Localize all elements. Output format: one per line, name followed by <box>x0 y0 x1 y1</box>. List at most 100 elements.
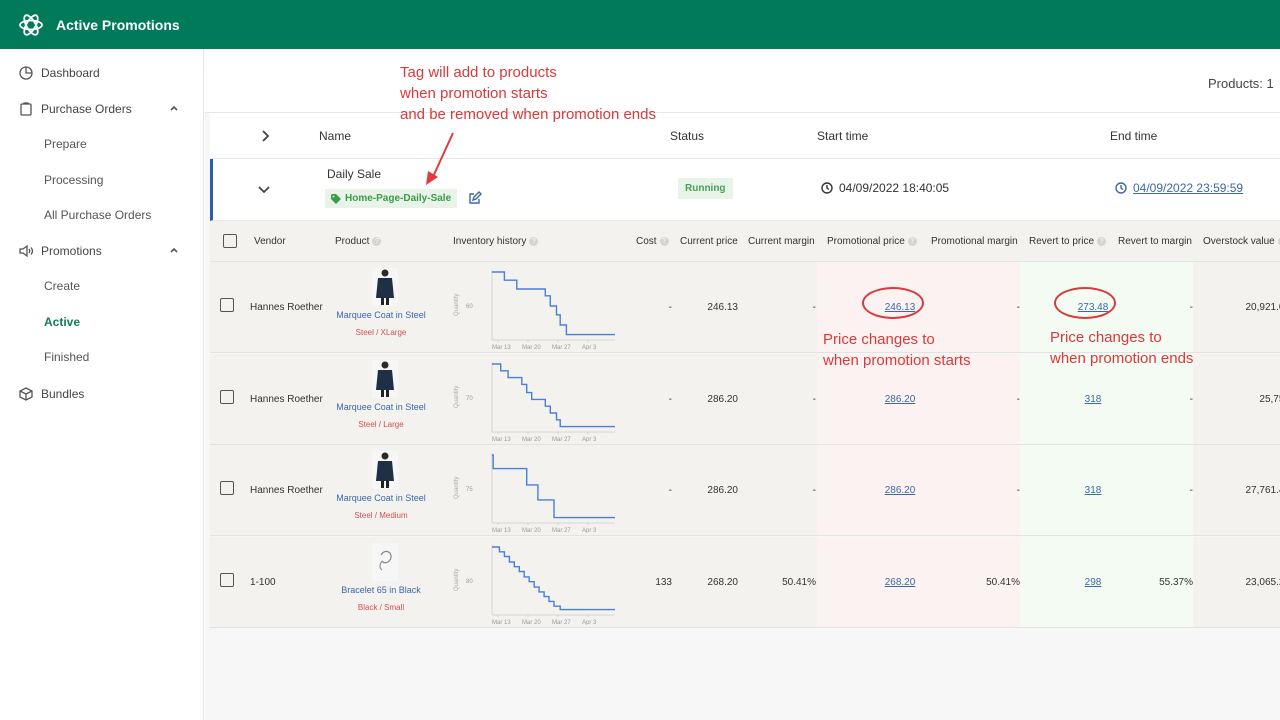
select-all-checkbox[interactable] <box>223 234 237 248</box>
sidebar: Dashboard Purchase Orders Prepare Proces… <box>0 49 204 720</box>
edit-icon[interactable] <box>468 191 482 205</box>
promotional-price-link[interactable]: 286.20 <box>865 394 935 405</box>
header-start-time[interactable]: Start time <box>817 129 868 143</box>
header-end-time[interactable]: End time <box>1110 129 1157 143</box>
cost: 133 <box>655 576 672 588</box>
sidebar-subitem-prepare[interactable]: Prepare <box>44 137 87 151</box>
revert-price-link[interactable]: 318 <box>1058 485 1128 496</box>
inventory-history-chart: Quantity 70 Mar 13 Mar 20 Mar 27 Apr 3 <box>454 361 615 442</box>
chart-xtick: Mar 13 <box>492 528 511 533</box>
help-icon[interactable]: ? <box>529 237 539 246</box>
cost: - <box>668 485 672 496</box>
sidebar-subitem-finished[interactable]: Finished <box>44 350 89 364</box>
cost: - <box>668 302 672 313</box>
header-current-margin: Current margin <box>748 236 815 247</box>
end-time[interactable]: 04/09/2022 23:59:59 <box>1115 181 1243 195</box>
header-cost: Cost? <box>636 236 669 247</box>
promotion-tag: Home-Page-Daily-Sale <box>325 189 458 208</box>
row-checkbox[interactable] <box>220 481 234 495</box>
chart-xtick: Apr 3 <box>582 528 597 533</box>
header-vendor: Vendor <box>254 236 286 247</box>
promotional-margin: - <box>1016 302 1020 313</box>
sidebar-subitem-all-purchase-orders[interactable]: All Purchase Orders <box>44 208 151 222</box>
overstock-value: 20,921.05 <box>1245 302 1280 313</box>
inventory-line <box>492 545 615 610</box>
help-icon[interactable]: ? <box>372 237 382 246</box>
tag-icon <box>331 193 341 204</box>
header-name[interactable]: Name <box>319 129 351 143</box>
chart-xtick: Apr 3 <box>582 620 597 625</box>
current-price: 246.13 <box>707 302 738 313</box>
product-link[interactable]: Marquee Coat in Steel <box>326 310 436 320</box>
overstock-value: 27,761.40 <box>1245 485 1280 496</box>
sidebar-subitem-active[interactable]: Active <box>44 315 80 329</box>
promotional-price-link[interactable]: 268.20 <box>865 577 935 588</box>
current-price: 268.20 <box>707 576 738 588</box>
annotation-circle-revert-price <box>1054 287 1116 319</box>
chart-ylabel: Quantity <box>454 477 460 499</box>
product-variant: Steel / Large <box>358 419 404 429</box>
annotation-circle-promo-price <box>862 287 924 319</box>
row-checkbox[interactable] <box>220 572 234 587</box>
revert-price-link[interactable]: 298 <box>1058 577 1128 588</box>
sidebar-subitem-processing[interactable]: Processing <box>44 173 103 187</box>
header-overstock-value: Overstock value? <box>1203 236 1280 247</box>
row-checkbox[interactable] <box>220 298 234 312</box>
product-variant: Steel / XLarge <box>355 328 407 337</box>
sidebar-item-label: Dashboard <box>41 66 100 80</box>
chart-xtick: Mar 27 <box>552 437 571 442</box>
annotation-promo-note: Price changes to when promotion starts <box>823 331 971 369</box>
vendor: Hannes Roether <box>250 302 323 313</box>
revert-margin: - <box>1189 393 1193 405</box>
chevron-up-icon[interactable] <box>168 102 180 114</box>
chart-xtick: Apr 3 <box>582 437 597 442</box>
inventory-line <box>492 271 615 336</box>
inventory-history-chart: Quantity 60 Mar 13 Mar 20 Mar 27 Apr 3 <box>454 270 615 350</box>
sidebar-subitem-create[interactable]: Create <box>44 279 80 293</box>
revert-margin: - <box>1189 485 1193 496</box>
table-row[interactable]: 1-100 Bracelet 65 in Black Black / Small Qu… <box>210 536 1280 628</box>
row-checkbox[interactable] <box>220 389 234 404</box>
top-bar: Active Promotions <box>0 0 1280 49</box>
product-image <box>372 359 398 398</box>
sidebar-item-bundles[interactable]: Bundles <box>0 382 204 406</box>
header-revert-price: Revert to price? <box>1029 236 1107 247</box>
revert-price-link[interactable]: 318 <box>1058 394 1128 405</box>
header-revert-margin: Revert to margin <box>1118 236 1192 247</box>
overstock-value: 23,065.20 <box>1245 576 1280 588</box>
chart-ylabel: Quantity <box>454 568 460 590</box>
chevron-down-icon[interactable] <box>257 184 271 196</box>
product-link[interactable]: Bracelet 65 in Black <box>326 585 436 595</box>
product-link[interactable]: Marquee Coat in Steel <box>326 402 436 412</box>
chevron-up-icon[interactable] <box>168 244 180 256</box>
inventory-history-chart: Quantity 80 Mar 13 Mar 20 Mar 27 Apr 3 <box>454 544 615 625</box>
chart-xtick: Mar 20 <box>522 528 541 533</box>
header-product: Product? <box>335 236 382 247</box>
inventory-line <box>492 454 615 519</box>
header-status[interactable]: Status <box>670 129 704 143</box>
sidebar-item-promotions[interactable]: Promotions <box>0 239 204 263</box>
help-icon[interactable]: ? <box>1097 237 1107 246</box>
chart-xtick: Mar 27 <box>552 620 571 625</box>
chart-xtick: Mar 20 <box>522 345 541 350</box>
sidebar-item-purchase-orders[interactable]: Purchase Orders <box>0 97 204 121</box>
clipboard-icon <box>18 101 34 117</box>
promotional-price-link[interactable]: 286.20 <box>865 485 935 496</box>
promotion-row[interactable]: Daily Sale Home-Page-Daily-Sale Running … <box>210 159 1280 221</box>
help-icon[interactable]: ? <box>659 237 669 246</box>
chart-xtick: Apr 3 <box>582 345 597 350</box>
sidebar-item-dashboard[interactable]: Dashboard <box>0 61 204 85</box>
help-icon[interactable]: ? <box>907 237 917 246</box>
products-count: Products: 1 <box>1208 76 1274 91</box>
header-promotional-price: Promotional price? <box>827 236 917 247</box>
chevron-right-icon[interactable] <box>259 129 271 143</box>
product-image <box>372 542 398 581</box>
product-link[interactable]: Marquee Coat in Steel <box>326 493 436 503</box>
table-row[interactable]: Hannes Roether Marquee Coat in Steel Steel… <box>210 445 1280 536</box>
current-price: 286.20 <box>707 393 738 405</box>
app-title: Active Promotions <box>56 16 180 33</box>
box-icon <box>18 386 34 402</box>
main-content: Products: 1 Name Status Start time End t… <box>205 49 1280 720</box>
chart-ylabel: Quantity <box>454 294 460 316</box>
end-time-link[interactable]: 04/09/2022 23:59:59 <box>1133 181 1243 195</box>
